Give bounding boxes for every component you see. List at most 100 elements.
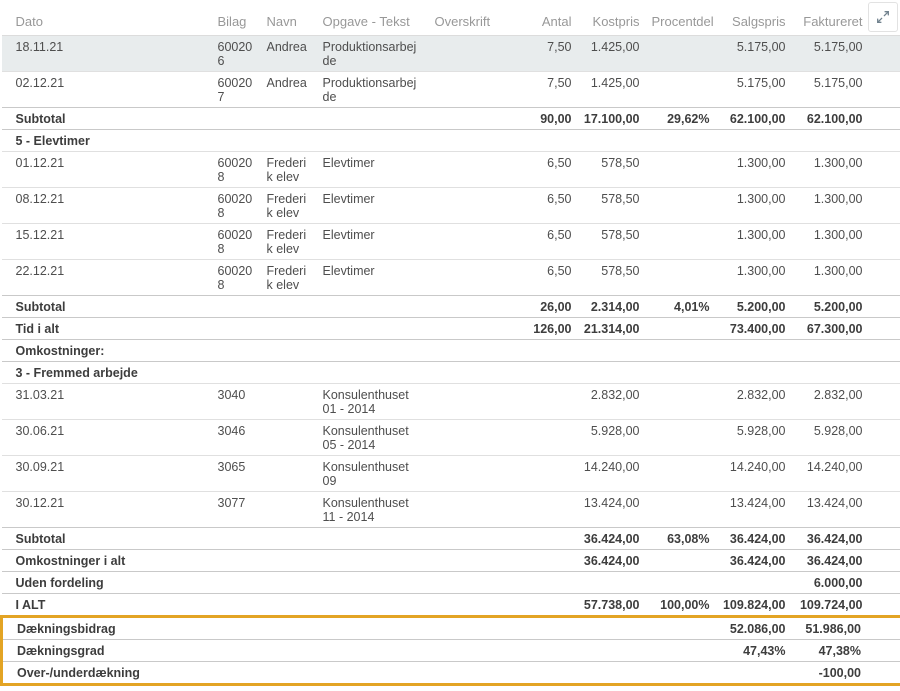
cell-overskrift — [429, 36, 504, 72]
cell-overskrift — [429, 362, 504, 384]
cell-bilag: 600208 — [212, 188, 261, 224]
cell-procentdel — [646, 384, 716, 420]
cell-navn — [261, 108, 317, 130]
cell-salgspris — [716, 572, 792, 594]
cell-navn — [261, 296, 317, 318]
total-row: I ALT57.738,00100,00%109.824,00109.724,0… — [2, 594, 900, 617]
column-header-bilag: Bilag — [212, 8, 261, 36]
cell-salgspris: 109.824,00 — [716, 594, 792, 617]
cell-opgave — [317, 528, 429, 550]
cell-procentdel — [646, 224, 716, 260]
cell-kostpris: 13.424,00 — [578, 492, 646, 528]
cell-kostpris: 2.832,00 — [578, 384, 646, 420]
cell-salgspris: 52.086,00 — [716, 617, 792, 640]
cell-kostpris: 1.425,00 — [578, 72, 646, 108]
cell-navn — [261, 318, 317, 340]
table-header-row: DatoBilagNavnOpgave - TekstOverskriftAnt… — [2, 8, 900, 36]
cell-bilag: 600208 — [212, 224, 261, 260]
cell-overskrift — [429, 640, 504, 662]
cell-bilag — [212, 617, 261, 640]
data-row[interactable]: 30.12.213077Konsulenthuset 11 - 201413.4… — [2, 492, 900, 528]
cell-salgspris: 5.175,00 — [716, 72, 792, 108]
cell-navn — [261, 384, 317, 420]
data-row[interactable]: 08.12.21600208Frederik elevElevtimer6,50… — [2, 188, 900, 224]
cell-bilag: 3046 — [212, 420, 261, 456]
cell-faktureret: 2.832,00 — [792, 384, 900, 420]
cell-dato: 15.12.21 — [2, 224, 212, 260]
cell-procentdel — [646, 36, 716, 72]
data-row[interactable]: 22.12.21600208Frederik elevElevtimer6,50… — [2, 260, 900, 296]
cell-opgave — [317, 594, 429, 617]
cell-procentdel: 100,00% — [646, 594, 716, 617]
cell-navn — [261, 130, 317, 152]
cell-procentdel — [646, 260, 716, 296]
cell-opgave — [317, 318, 429, 340]
cell-dato: Omkostninger i alt — [2, 550, 212, 572]
cell-faktureret: 5.200,00 — [792, 296, 900, 318]
data-row[interactable]: 15.12.21600208Frederik elevElevtimer6,50… — [2, 224, 900, 260]
cell-navn — [261, 550, 317, 572]
cell-opgave: Elevtimer — [317, 224, 429, 260]
cell-procentdel — [646, 130, 716, 152]
cell-salgspris: 1.300,00 — [716, 260, 792, 296]
data-row[interactable]: 18.11.21600206AndreaProduktionsarbejde7,… — [2, 36, 900, 72]
cell-overskrift — [429, 456, 504, 492]
data-row[interactable]: 30.06.213046Konsulenthuset 05 - 20145.92… — [2, 420, 900, 456]
cell-overskrift — [429, 550, 504, 572]
expand-button[interactable] — [868, 2, 898, 32]
cell-faktureret: 1.300,00 — [792, 260, 900, 296]
cell-dato: 3 - Fremmed arbejde — [2, 362, 212, 384]
cell-opgave: Konsulenthuset 01 - 2014 — [317, 384, 429, 420]
column-header-navn: Navn — [261, 8, 317, 36]
cell-dato: Uden fordeling — [2, 572, 212, 594]
cell-kostpris — [578, 340, 646, 362]
cell-dato: 22.12.21 — [2, 260, 212, 296]
cell-kostpris: 2.314,00 — [578, 296, 646, 318]
cell-faktureret — [792, 340, 900, 362]
data-row[interactable]: 01.12.21600208Frederik elevElevtimer6,50… — [2, 152, 900, 188]
cell-procentdel — [646, 188, 716, 224]
cell-dato: 5 - Elevtimer — [2, 130, 212, 152]
cell-bilag: 3077 — [212, 492, 261, 528]
cell-faktureret: 1.300,00 — [792, 152, 900, 188]
cell-procentdel — [646, 617, 716, 640]
cell-navn — [261, 617, 317, 640]
cell-opgave — [317, 362, 429, 384]
cell-salgspris: 5.175,00 — [716, 36, 792, 72]
cell-opgave — [317, 550, 429, 572]
report-table: DatoBilagNavnOpgave - TekstOverskriftAnt… — [0, 8, 900, 686]
cell-faktureret: 5.928,00 — [792, 420, 900, 456]
data-row[interactable]: 31.03.213040Konsulenthuset 01 - 20142.83… — [2, 384, 900, 420]
cell-procentdel — [646, 550, 716, 572]
cell-salgspris: 1.300,00 — [716, 188, 792, 224]
cell-overskrift — [429, 108, 504, 130]
cell-overskrift — [429, 617, 504, 640]
section-row: Omkostninger: — [2, 340, 900, 362]
highlight-row: Dækningsgrad47,43%47,38% — [2, 640, 900, 662]
cell-navn — [261, 640, 317, 662]
cell-salgspris: 36.424,00 — [716, 528, 792, 550]
cell-overskrift — [429, 384, 504, 420]
cell-procentdel — [646, 572, 716, 594]
cell-procentdel — [646, 662, 716, 685]
cell-overskrift — [429, 130, 504, 152]
cell-opgave: Elevtimer — [317, 260, 429, 296]
cell-antal: 126,00 — [504, 318, 578, 340]
cell-procentdel: 63,08% — [646, 528, 716, 550]
data-row[interactable]: 02.12.21600207AndreaProduktionsarbejde7,… — [2, 72, 900, 108]
cell-faktureret: 5.175,00 — [792, 36, 900, 72]
cell-salgspris: 73.400,00 — [716, 318, 792, 340]
cell-bilag — [212, 662, 261, 685]
cell-faktureret: 47,38% — [792, 640, 900, 662]
cell-dato: Subtotal — [2, 528, 212, 550]
cell-salgspris: 13.424,00 — [716, 492, 792, 528]
cell-salgspris: 36.424,00 — [716, 550, 792, 572]
cell-overskrift — [429, 72, 504, 108]
cell-faktureret: 1.300,00 — [792, 188, 900, 224]
cell-antal: 7,50 — [504, 72, 578, 108]
cell-faktureret: 51.986,00 — [792, 617, 900, 640]
report-page: DatoBilagNavnOpgave - TekstOverskriftAnt… — [0, 0, 900, 691]
data-row[interactable]: 30.09.213065Konsulenthuset 0914.240,0014… — [2, 456, 900, 492]
cell-bilag — [212, 362, 261, 384]
cell-kostpris — [578, 640, 646, 662]
